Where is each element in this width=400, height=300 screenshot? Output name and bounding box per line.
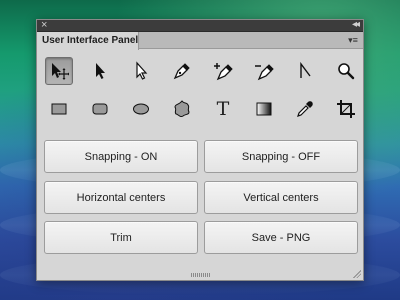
tool-rectangle[interactable] [45,95,73,123]
custom-shape-icon [174,100,190,118]
tool-convert-anchor[interactable] [291,57,319,85]
tool-ellipse[interactable] [127,95,155,123]
panel-titlebar[interactable]: × ◂◂ [37,18,363,32]
tool-selection[interactable] [86,57,114,85]
tool-eyedropper[interactable] [291,95,319,123]
pen-tool-icon [173,63,190,80]
tool-pen[interactable] [168,57,196,85]
collapse-icon[interactable]: ◂◂ [352,18,360,32]
ellipse-icon [133,103,149,115]
move-select-icon [52,63,69,80]
panel-menu-icon[interactable]: ▾≡ [346,34,360,46]
tool-rounded-rectangle[interactable] [86,95,114,123]
tool-add-anchor[interactable] [209,57,237,85]
direct-selection-arrow-icon [136,61,148,80]
tool-crop[interactable] [332,95,360,123]
tool-move-select[interactable] [45,57,73,85]
panel-tabstrip: User Interface Panel ▾≡ [37,32,363,50]
tool-custom-shape[interactable] [168,95,196,123]
panel-footer-grip[interactable] [191,273,211,277]
tool-type[interactable]: T [209,95,237,123]
tool-gradient[interactable] [250,95,278,123]
snapping-on-button[interactable]: Snapping - ON [44,140,198,173]
trim-button[interactable]: Trim [44,221,198,254]
add-anchor-point-icon [214,63,233,81]
type-tool-icon: T [216,98,230,120]
rectangle-icon [51,103,67,115]
crop-icon [337,100,355,118]
zoom-icon [338,63,355,80]
resize-grip-icon[interactable] [353,270,361,278]
save-png-button[interactable]: Save - PNG [204,221,358,254]
panel-tab[interactable]: User Interface Panel [37,32,139,50]
vertical-centers-button[interactable]: Vertical centers [204,181,358,214]
rounded-rectangle-icon [92,103,108,115]
tool-direct-selection[interactable] [127,57,155,85]
selection-arrow-icon [96,63,105,79]
snapping-off-button[interactable]: Snapping - OFF [204,140,358,173]
eyedropper-icon [297,101,313,117]
delete-anchor-point-icon [255,64,274,81]
convert-anchor-point-icon [300,61,311,78]
tool-zoom[interactable] [332,57,360,85]
gradient-icon [256,102,272,116]
tool-delete-anchor[interactable] [250,57,278,85]
horizontal-centers-button[interactable]: Horizontal centers [44,181,198,214]
ui-panel: × ◂◂ User Interface Panel ▾≡ T Snapping … [36,19,364,281]
close-icon[interactable]: × [41,18,47,32]
